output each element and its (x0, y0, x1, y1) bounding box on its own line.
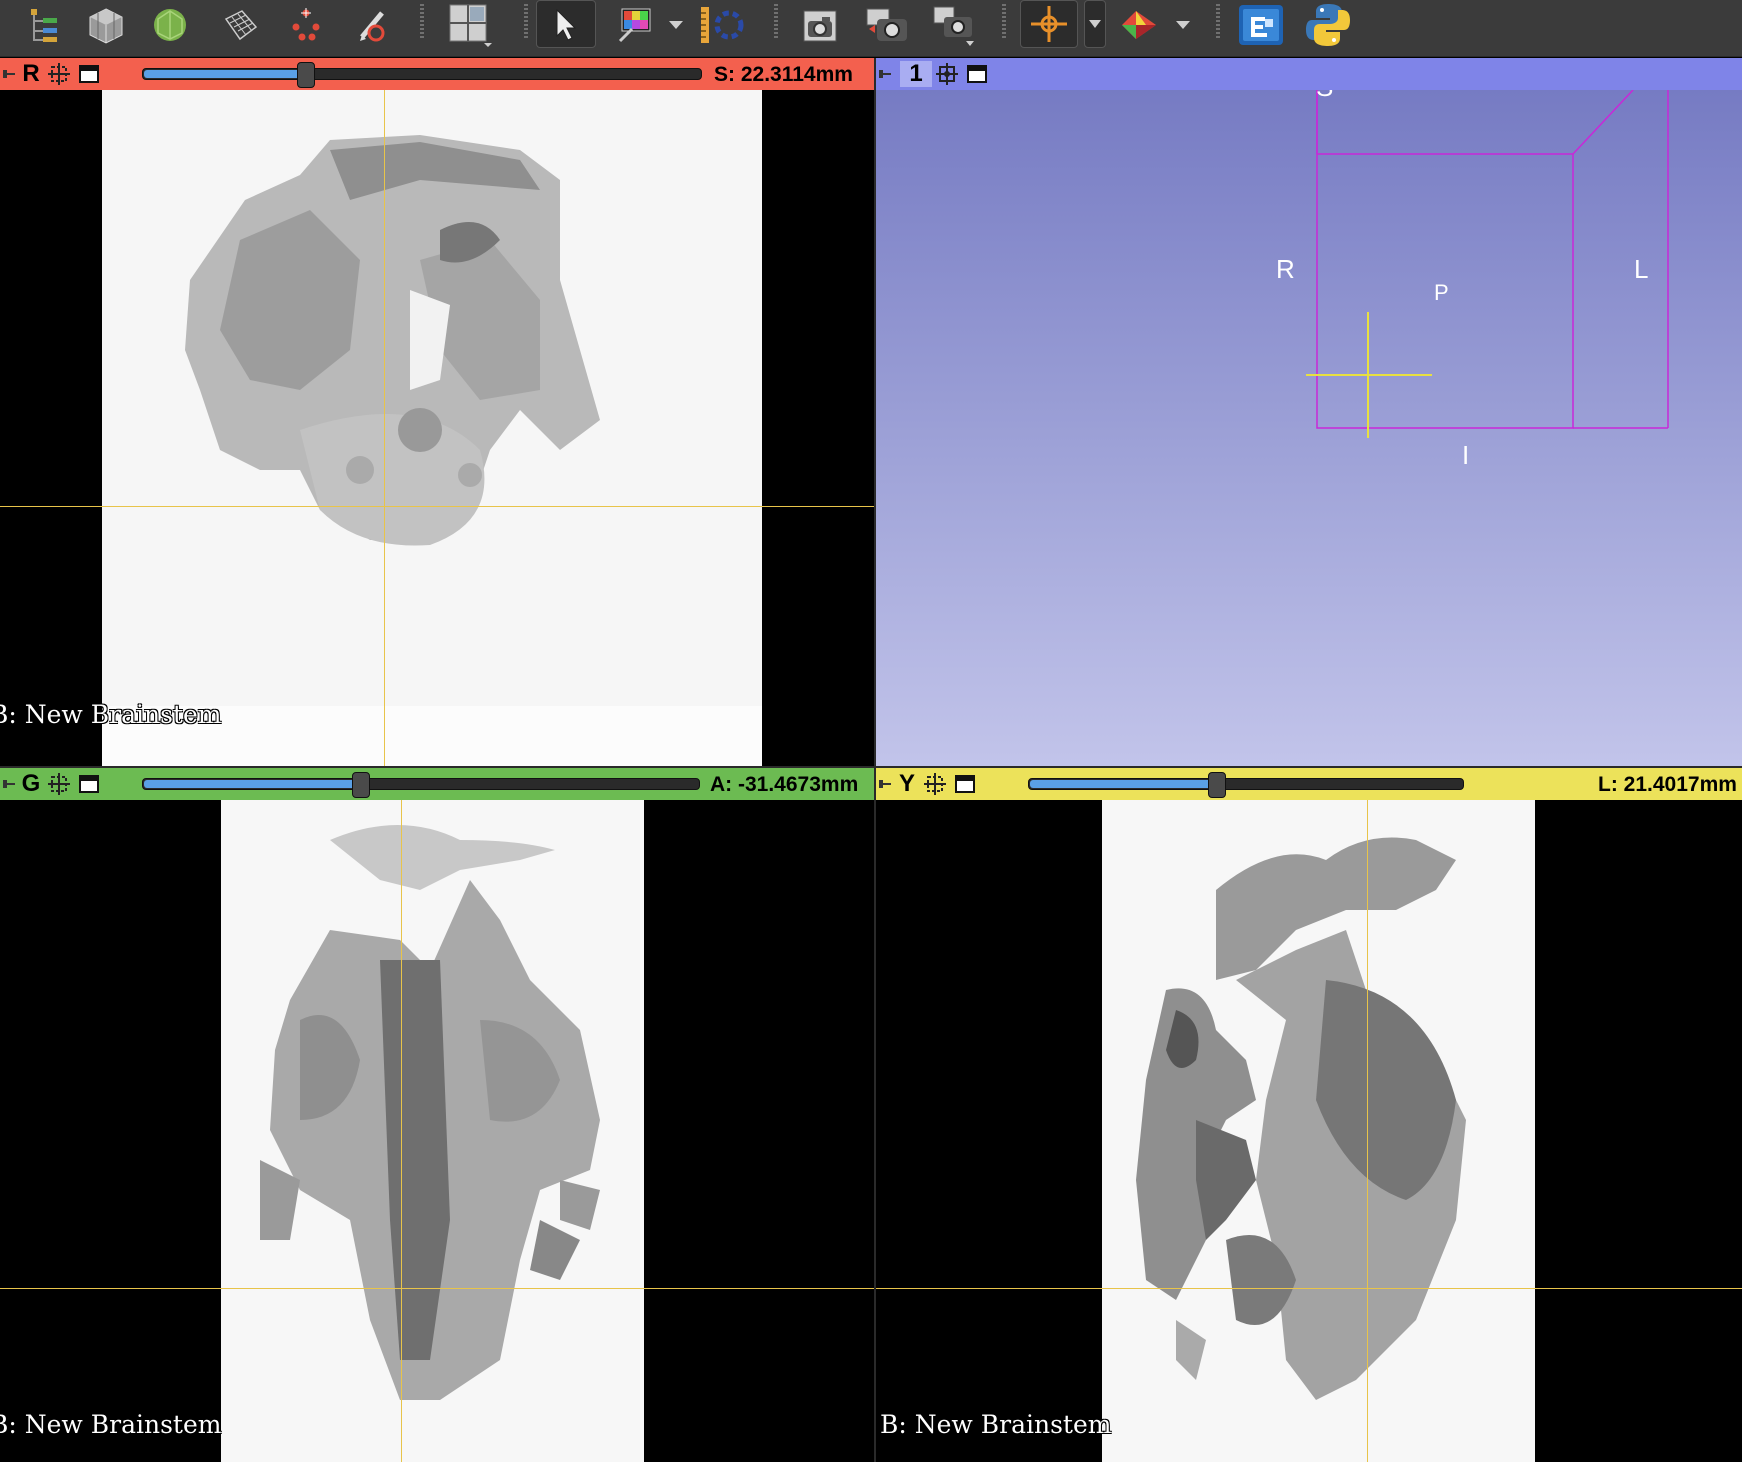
maximize-view-icon[interactable] (950, 768, 980, 800)
red-slice-view[interactable]: B: New Brainstem (0, 90, 874, 766)
maximize-view-icon[interactable] (962, 58, 992, 90)
crosshair-horizontal-line (0, 506, 874, 507)
crosshair-vertical-line (384, 90, 385, 766)
crosshair-icon[interactable] (1020, 0, 1078, 48)
yellow-slice-slider[interactable] (1028, 772, 1464, 798)
green-slice-controller: G A: -31.4673mm (0, 768, 874, 800)
grid-mesh-icon[interactable] (218, 0, 262, 50)
link-icon[interactable] (920, 768, 950, 800)
crosshair-horizontal-line (876, 1288, 1742, 1289)
model-sphere-icon[interactable] (148, 0, 192, 50)
red-volume-label: B: New Brainstem (0, 700, 222, 729)
green-slice-view[interactable]: B: New Brainstem (0, 800, 874, 1462)
yellow-slice-offset: L: 21.4017mm (1598, 773, 1737, 796)
red-slice-slider[interactable] (142, 62, 702, 88)
center-view-icon[interactable] (932, 58, 962, 90)
green-volume-label: B: New Brainstem (0, 1410, 222, 1439)
multi-camera-icon[interactable] (862, 0, 912, 50)
link-icon[interactable] (44, 58, 74, 90)
view-divider-vertical (874, 58, 876, 1462)
slider-handle[interactable] (297, 62, 315, 88)
data-tree-icon[interactable] (24, 0, 64, 50)
threed-view-label: 1 (900, 60, 932, 87)
red-slice-image (102, 90, 762, 766)
crosshair-vertical-line (401, 800, 402, 1462)
red-slice-controller: R S: 22.3114mm (0, 58, 874, 90)
red-slice-offset: S: 22.3114mm (714, 63, 853, 86)
yellow-volume-label: B: New Brainstem (880, 1410, 1112, 1439)
threed-bounding-box (1306, 90, 1669, 438)
yellow-view-letter: Y (898, 770, 915, 797)
mouse-pointer-icon[interactable] (536, 0, 596, 48)
orientation-right-label: R (1276, 254, 1295, 284)
orientation-posterior-label: P (1434, 280, 1449, 305)
transform-icon[interactable] (712, 0, 746, 50)
pencil-segment-icon[interactable] (350, 0, 394, 50)
crosshair-horizontal-line (0, 1288, 874, 1289)
pin-icon[interactable] (876, 768, 894, 800)
slicer-logo-icon[interactable] (1114, 0, 1164, 50)
screenshot-camera-icon[interactable] (798, 0, 842, 50)
markups-dots-icon[interactable] (284, 0, 328, 50)
color-window-level-icon[interactable] (612, 0, 656, 50)
threed-view-controller: 1 (876, 58, 1742, 90)
main-toolbar (0, 0, 1742, 57)
layout-icon[interactable] (444, 0, 496, 50)
orientation-superior-label: S (1316, 90, 1333, 103)
slicer-dropdown-caret[interactable] (1170, 0, 1196, 50)
green-slice-slider[interactable] (142, 772, 700, 798)
maximize-view-icon[interactable] (74, 768, 104, 800)
threed-view[interactable]: S R P L I (876, 90, 1742, 766)
volume-cube-icon[interactable] (84, 0, 128, 50)
green-slice-image (221, 800, 644, 1462)
yellow-slice-image (1102, 800, 1535, 1462)
extension-manager-icon[interactable] (1236, 0, 1286, 50)
red-view-letter: R (22, 60, 40, 87)
yellow-slice-view[interactable]: B: New Brainstem (876, 800, 1742, 1462)
link-icon[interactable] (44, 768, 74, 800)
pin-icon[interactable] (0, 58, 18, 90)
green-view-letter: G (21, 770, 41, 797)
orientation-inferior-label: I (1462, 440, 1470, 470)
yellow-slice-controller: Y L: 21.4017mm (876, 768, 1742, 800)
green-slice-offset: A: -31.4673mm (710, 773, 859, 796)
chevron-down-icon[interactable] (664, 0, 688, 50)
view-divider-horizontal (0, 766, 1742, 768)
view-settings-icon[interactable] (928, 0, 980, 50)
slider-handle[interactable] (352, 772, 370, 798)
pin-icon[interactable] (876, 58, 894, 90)
crosshair-dropdown-caret[interactable] (1084, 0, 1106, 48)
crosshair-vertical-line (1367, 800, 1368, 1462)
maximize-view-icon[interactable] (74, 58, 104, 90)
orientation-left-label: L (1634, 254, 1649, 284)
python-icon[interactable] (1302, 0, 1354, 50)
pin-icon[interactable] (0, 768, 18, 800)
slider-handle[interactable] (1208, 772, 1226, 798)
